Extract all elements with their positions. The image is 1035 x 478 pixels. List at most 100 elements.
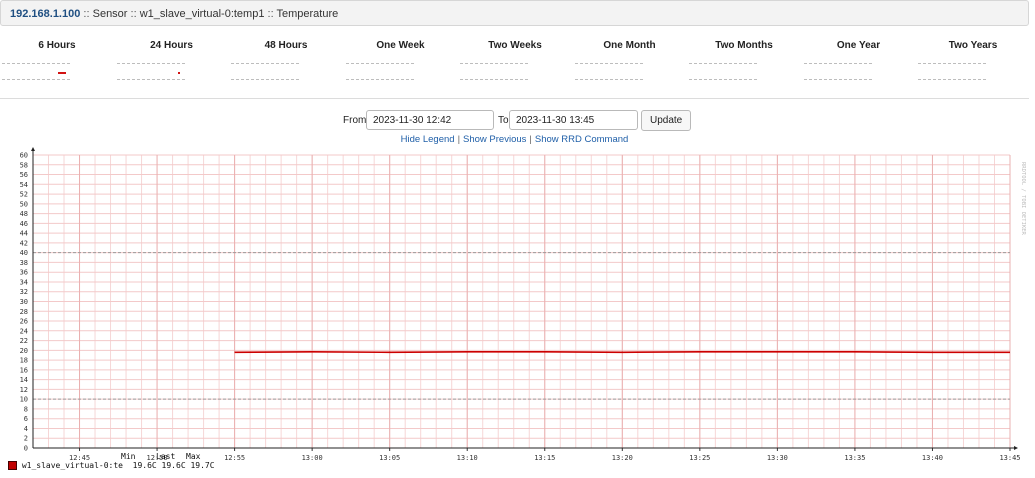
period-thumbnail[interactable]: One Week (344, 26, 458, 98)
breadcrumb-sensor: Sensor (92, 8, 128, 20)
period-gridline (803, 63, 872, 64)
hide-legend-link[interactable]: Hide Legend (401, 134, 455, 145)
breadcrumb-separator: :: (130, 8, 137, 20)
period-sparkline (58, 72, 66, 74)
period-thumbnail[interactable]: Two Months (687, 26, 801, 98)
y-tick-label: 60 (20, 152, 28, 160)
link-separator: | (457, 134, 461, 145)
period-gridline (2, 63, 70, 64)
period-label: 48 Hours (264, 40, 308, 51)
watermark-text: RRDTOOL / TOBI OETIKER (1020, 162, 1026, 236)
x-tick-label: 13:45 (999, 454, 1020, 460)
breadcrumb-separator: :: (83, 8, 90, 20)
from-input[interactable] (366, 110, 494, 130)
breadcrumb-host-link[interactable]: 192.168.1.100 (10, 8, 80, 20)
period-gridline (231, 79, 299, 80)
period-gridline (460, 63, 528, 64)
temperature-graph: 0246810121416182022242628303234363840424… (20, 147, 1026, 460)
y-tick-label: 48 (20, 210, 28, 218)
period-gridline (116, 63, 185, 64)
period-gridline (345, 79, 414, 80)
y-tick-label: 24 (20, 327, 28, 335)
y-tick-label: 22 (20, 337, 28, 345)
x-tick-label: 12:55 (224, 454, 245, 460)
link-separator: | (529, 134, 532, 145)
x-tick-label: 12:45 (69, 454, 90, 460)
period-thumbnail[interactable]: Two Years (916, 26, 1030, 98)
y-tick-label: 16 (20, 366, 28, 374)
period-gridline (231, 63, 299, 64)
period-label: One Week (376, 40, 425, 51)
y-tick-label: 42 (20, 239, 28, 247)
period-thumbnails: 6 Hours 24 Hours 48 Hours One Week Two Weeks… (0, 26, 1029, 98)
y-tick-label: 50 (20, 200, 28, 208)
legend-min-value: 19.6C (132, 461, 157, 470)
breadcrumb-separator: :: (267, 8, 274, 20)
y-tick-label: 8 (24, 405, 28, 413)
y-tick-label: 58 (20, 161, 28, 169)
legend-header-min: Min (121, 452, 136, 461)
period-gridline (689, 79, 757, 80)
y-tick-label: 6 (24, 415, 28, 423)
legend-max-value: 19.7C (190, 461, 215, 470)
period-gridline (460, 79, 528, 80)
y-tick-label: 0 (24, 445, 28, 453)
show-rrd-command-link[interactable]: Show RRD Command (535, 134, 628, 145)
x-tick-label: 13:40 (922, 454, 943, 460)
period-label: One Year (836, 40, 881, 51)
y-tick-label: 10 (20, 396, 28, 404)
y-tick-label: 18 (20, 357, 28, 365)
legend-header-last: Last (156, 452, 176, 461)
x-tick-label: 13:20 (612, 454, 633, 460)
period-thumbnail[interactable]: Two Weeks (458, 26, 572, 98)
to-input[interactable] (509, 110, 638, 130)
period-label: Two Years (948, 40, 998, 51)
period-label: 6 Hours (38, 40, 76, 51)
period-gridline (918, 63, 986, 64)
show-previous-link[interactable]: Show Previous (463, 134, 526, 145)
y-axis-arrow (31, 147, 35, 151)
graph-links: Hide Legend | Show Previous | Show RRD Comma… (0, 134, 1029, 145)
y-tick-label: 14 (20, 376, 28, 384)
legend-header-max: Max (186, 452, 201, 461)
period-thumbnail[interactable]: One Month (573, 26, 687, 98)
y-tick-label: 40 (20, 249, 28, 257)
period-gridline (918, 79, 986, 80)
y-tick-label: 4 (24, 425, 28, 433)
y-tick-label: 34 (20, 278, 28, 286)
y-tick-label: 36 (20, 269, 28, 277)
graph-legend: Min Last Max w1_slave_virtual-0:te 19.6C 1… (8, 452, 215, 470)
period-label: Two Weeks (488, 40, 542, 51)
period-gridline (689, 63, 757, 64)
to-label: To (498, 115, 509, 126)
x-tick-label: 13:30 (767, 454, 788, 460)
breadcrumb-metric: Temperature (276, 8, 339, 20)
period-thumbnail[interactable]: 6 Hours (0, 26, 114, 98)
y-tick-label: 2 (24, 435, 28, 443)
period-thumbnail[interactable]: 24 Hours (115, 26, 229, 98)
x-tick-label: 13:00 (302, 454, 323, 460)
y-tick-label: 32 (20, 288, 28, 296)
x-tick-label: 13:05 (379, 454, 400, 460)
x-tick-label: 13:15 (534, 454, 555, 460)
y-tick-label: 20 (20, 347, 28, 355)
period-sparkline (178, 72, 180, 74)
divider (0, 98, 1029, 99)
update-button[interactable]: Update (641, 110, 692, 131)
period-gridline (574, 63, 643, 64)
period-gridline (574, 79, 643, 80)
period-label: 24 Hours (150, 40, 193, 51)
y-tick-label: 38 (20, 259, 28, 267)
x-tick-label: 13:10 (457, 454, 478, 460)
period-thumbnail[interactable]: One Year (802, 26, 916, 98)
period-gridline (116, 79, 185, 80)
y-tick-label: 46 (20, 220, 28, 228)
y-tick-label: 30 (20, 298, 28, 306)
y-tick-label: 44 (20, 230, 28, 238)
x-axis-arrow (1014, 446, 1018, 450)
legend-swatch (8, 461, 17, 470)
period-gridline (2, 79, 70, 80)
period-thumbnail[interactable]: 48 Hours (229, 26, 343, 98)
legend-series-name: w1_slave_virtual-0:te (21, 461, 123, 470)
period-label: One Month (603, 40, 656, 51)
